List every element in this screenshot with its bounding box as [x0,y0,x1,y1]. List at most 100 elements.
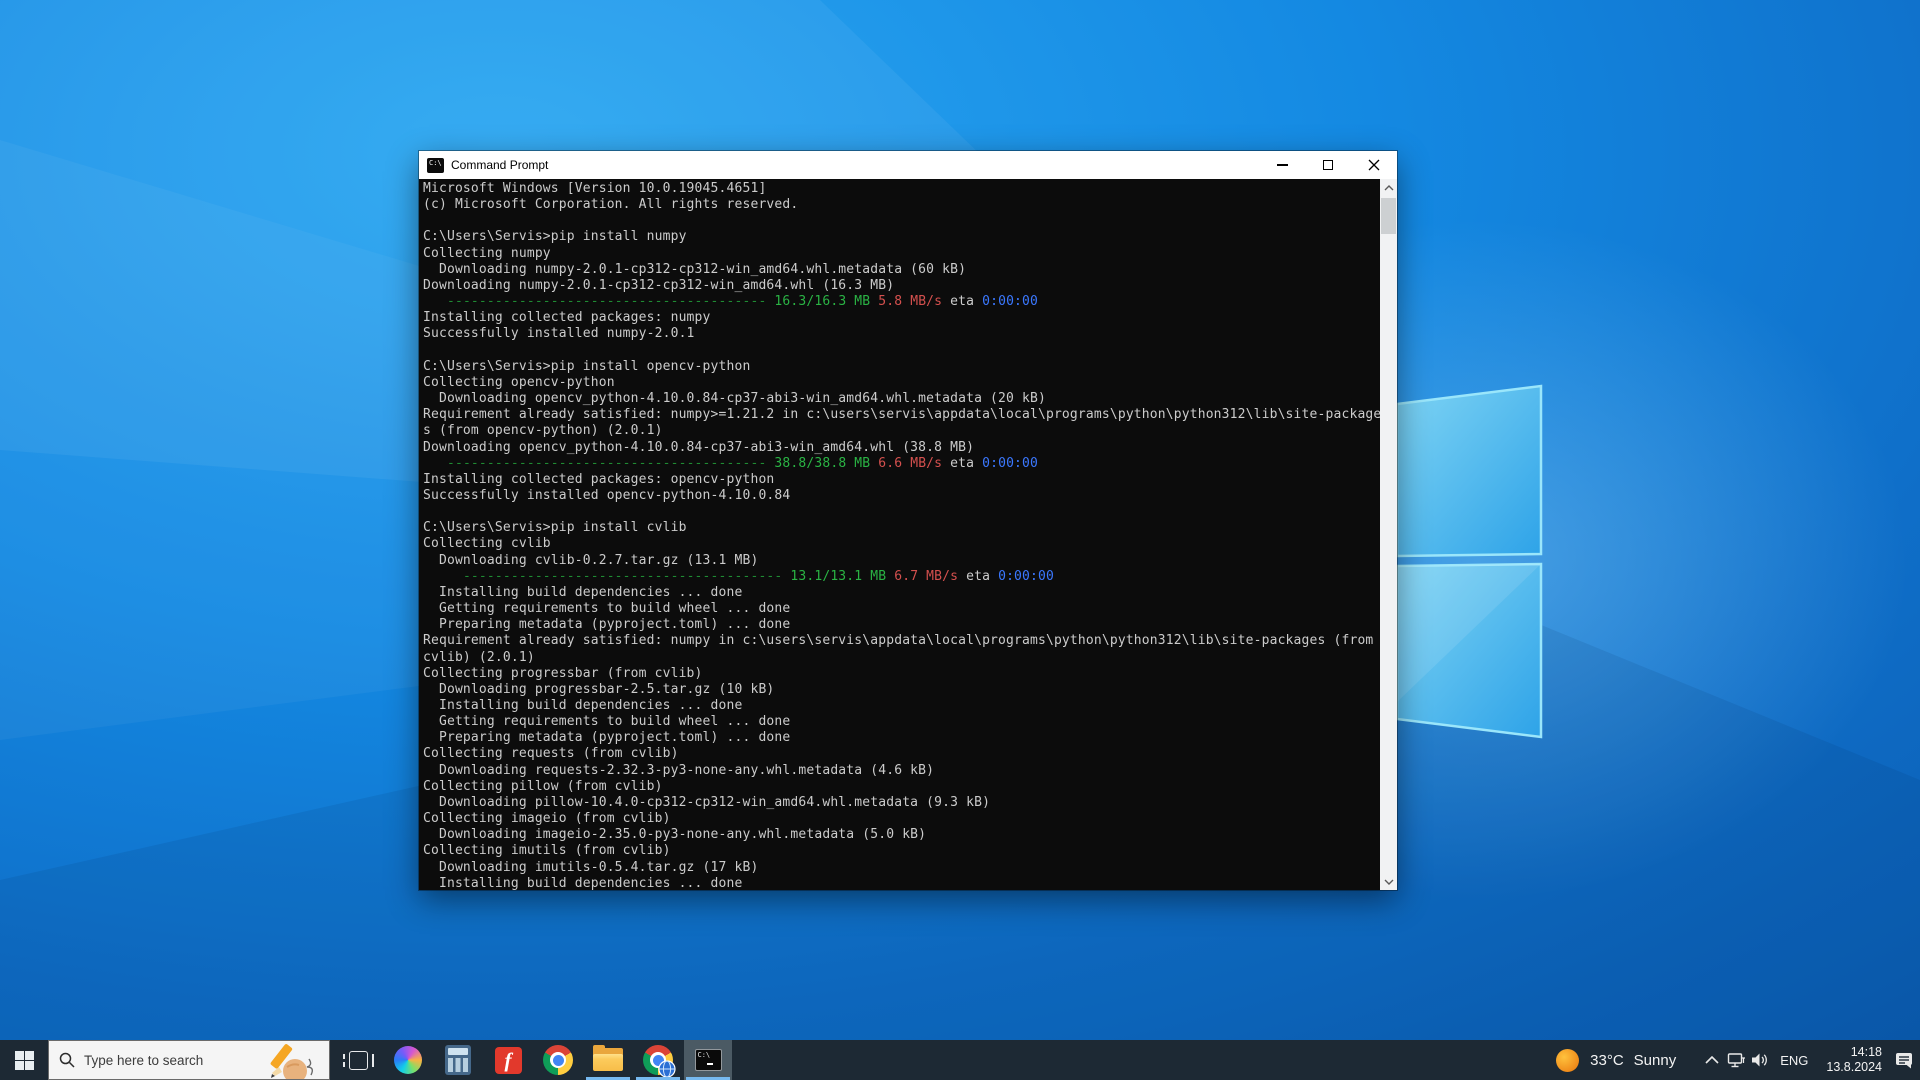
terminal-line: Downloading numpy-2.0.1-cp312-cp312-win_… [423,261,967,277]
red-f-app-icon: f [494,1046,522,1074]
window-titlebar[interactable]: C:\ Command Prompt [419,151,1397,179]
close-button[interactable] [1351,151,1397,179]
terminal-line: Downloading pillow-10.4.0-cp312-cp312-wi… [423,794,991,810]
globe-badge-icon [658,1060,676,1078]
maximize-icon [1323,160,1333,170]
terminal-line: Downloading progressbar-2.5.tar.gz (10 k… [423,681,775,697]
taskbar-red-f-app-button[interactable]: f [484,1040,532,1080]
terminal-line: Downloading imutils-0.5.4.tar.gz (17 kB) [423,859,759,875]
pencil-hand-illustration [270,1044,314,1079]
tray-overflow-button[interactable] [1700,1040,1724,1080]
terminal-line: Microsoft Windows [Version 10.0.19045.46… [423,181,767,196]
terminal-line: C:\Users\Servis>pip install cvlib [423,520,687,536]
scroll-down-button[interactable] [1380,873,1397,890]
scroll-up-button[interactable] [1380,179,1397,196]
minimize-button[interactable] [1259,151,1305,179]
terminal-line: Collecting cvlib [423,536,551,552]
terminal-line: Installing build dependencies ... done [423,584,743,600]
chevron-up-icon [1705,1056,1719,1064]
terminal-line: Downloading requests-2.32.3-py3-none-any… [423,762,935,778]
sun-icon [1556,1048,1580,1072]
start-button[interactable] [0,1040,48,1080]
taskbar-chrome-globe-app-button[interactable] [634,1040,682,1080]
terminal-line: ----------------------------------------… [462,568,1054,584]
network-icon [1727,1052,1745,1067]
taskbar-chrome-button[interactable] [534,1040,582,1080]
close-icon [1368,159,1380,171]
taskbar-copilot-button[interactable] [384,1040,432,1080]
terminal-line: Installing build dependencies ... done [423,698,743,713]
taskbar-command-prompt-button[interactable]: C:\ [684,1040,732,1080]
chrome-icon [543,1045,573,1075]
terminal-line: Installing build dependencies ... done [423,875,743,890]
search-highlight-image[interactable] [265,1041,329,1079]
taskbar-empty-space [732,1040,1556,1080]
chevron-down-icon [1384,879,1393,885]
terminal-line: Downloading imageio-2.35.0-py3-none-any.… [423,827,927,843]
terminal-scrollbar[interactable] [1380,179,1397,890]
window-controls [1259,151,1397,179]
terminal-line: C:\Users\Servis>pip install numpy [423,229,687,245]
weather-widget[interactable]: 33°C Sunny [1556,1040,1686,1080]
terminal-line: Preparing metadata (pyproject.toml) ... … [423,617,791,633]
terminal-output[interactable]: Microsoft Windows [Version 10.0.19045.46… [419,179,1380,890]
calculator-icon [445,1045,471,1075]
search-box[interactable]: Type here to search [48,1040,330,1080]
terminal-line: C:\Users\Servis>pip install opencv-pytho… [423,358,751,374]
terminal-line: Collecting imageio (from cvlib) [423,811,671,827]
terminal-line: Downloading numpy-2.0.1-cp312-cp312-win_… [423,277,895,293]
terminal-line: (c) Microsoft Corporation. All rights re… [423,197,799,213]
terminal-line: Downloading opencv_python-4.10.0.84-cp37… [423,391,1046,407]
window-title: Command Prompt [451,158,549,172]
terminal-line: Installing collected packages: numpy [423,310,711,326]
command-prompt-window: C:\ Command Prompt Microsoft Windows [Ve… [419,151,1397,890]
terminal-line: Successfully installed numpy-2.0.1 [423,326,695,342]
speaker-icon [1752,1053,1768,1067]
terminal-line: Collecting opencv-python [423,374,615,390]
terminal-line: Requirement already satisfied: numpy in … [423,633,1374,649]
volume-button[interactable] [1748,1040,1772,1080]
weather-condition: Sunny [1633,1051,1677,1069]
maximize-button[interactable] [1305,151,1351,179]
language-indicator[interactable]: ENG [1772,1040,1816,1080]
chevron-up-icon [1384,184,1393,190]
taskbar-task-view-button[interactable] [334,1040,382,1080]
terminal-line: s (from opencv-python) (2.0.1) [423,423,663,439]
terminal-line: Collecting progressbar (from cvlib) [423,665,703,681]
terminal-line: ----------------------------------------… [446,455,1039,471]
copilot-icon [394,1046,422,1074]
desktop: C:\ Command Prompt Microsoft Windows [Ve… [0,0,1920,1080]
terminal-line: Getting requirements to build wheel ... … [423,601,791,617]
terminal-area: Microsoft Windows [Version 10.0.19045.46… [419,179,1397,890]
terminal-line: Downloading opencv_python-4.10.0.84-cp37… [423,439,975,455]
terminal-line: Installing collected packages: opencv-py… [423,471,775,487]
clock-time: 14:18 [1850,1045,1882,1059]
terminal-line: Collecting requests (from cvlib) [423,746,679,762]
terminal-line: Collecting pillow (from cvlib) [423,778,663,794]
action-center-button[interactable] [1892,1040,1916,1080]
terminal-line: Downloading cvlib-0.2.7.tar.gz (13.1 MB) [423,552,759,568]
taskbar-file-explorer-button[interactable] [584,1040,632,1080]
network-status-button[interactable] [1724,1040,1748,1080]
task-view-icon [342,1050,374,1070]
command-prompt-icon: C:\ [427,157,444,173]
taskbar: Type here to search f C:\ 33°C Sunny ENG… [0,1040,1920,1080]
file-explorer-icon [593,1045,623,1072]
windows-logo-pane-top-right [1395,384,1543,558]
minimize-icon [1276,164,1288,166]
terminal-line: Getting requirements to build wheel ... … [423,714,791,730]
taskbar-calculator-button[interactable] [434,1040,482,1080]
clock[interactable]: 14:18 13.8.2024 [1816,1040,1892,1080]
terminal-line: Collecting numpy [423,245,551,261]
command-prompt-icon: C:\ [694,1049,722,1071]
terminal-line: Preparing metadata (pyproject.toml) ... … [423,730,791,746]
search-icon [59,1052,75,1068]
terminal-line: Requirement already satisfied: numpy>=1.… [423,407,1380,423]
clock-date: 13.8.2024 [1826,1060,1882,1074]
terminal-line: Collecting imutils (from cvlib) [423,843,671,859]
weather-temperature: 33°C [1590,1051,1624,1069]
scrollbar-thumb[interactable] [1381,198,1396,234]
